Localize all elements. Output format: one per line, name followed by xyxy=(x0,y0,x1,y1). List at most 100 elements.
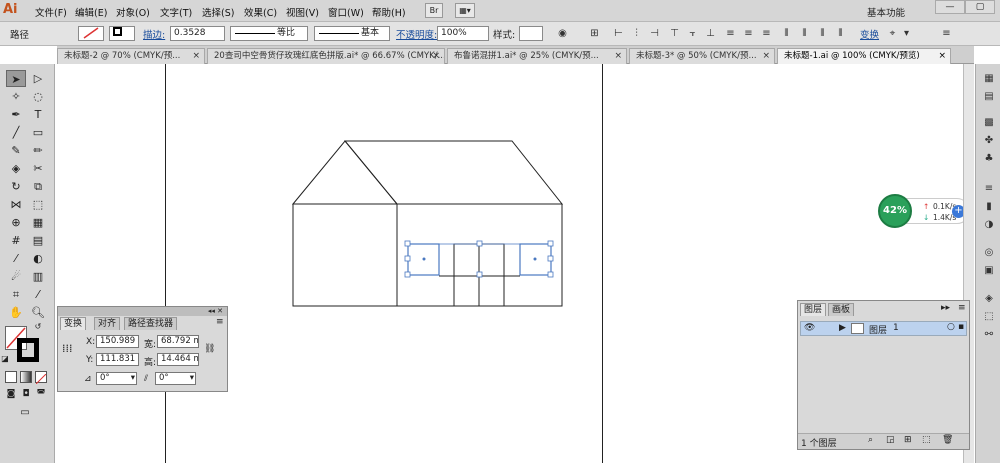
eraser-icon[interactable]: ◈ xyxy=(6,160,26,177)
none-mode-icon[interactable] xyxy=(35,371,47,385)
rectangle-tool-icon[interactable]: ▭ xyxy=(28,124,48,141)
shape-builder-icon[interactable]: ⊕ xyxy=(6,214,26,231)
column-graph-icon[interactable]: ▥ xyxy=(28,268,48,285)
rotate-value: 0° xyxy=(100,373,110,383)
panel-menu-icon[interactable]: ≡ xyxy=(216,317,224,327)
line-tool-icon[interactable]: ╱ xyxy=(6,124,26,141)
draw-normal-icon[interactable]: ◙ xyxy=(5,388,17,400)
tab-artboards[interactable]: 画板 xyxy=(828,303,855,316)
type-tool-icon[interactable]: T xyxy=(28,106,48,123)
draw-behind-icon[interactable]: ◘ xyxy=(20,388,32,400)
slice-tool-icon[interactable]: ⁄ xyxy=(28,286,48,303)
draw-inside-icon[interactable]: ◚ xyxy=(35,388,47,400)
direct-selection-tool-icon[interactable]: ▷ xyxy=(28,70,48,87)
layer-name[interactable]: 图层 xyxy=(869,323,887,336)
speed-percent: 42% xyxy=(878,194,912,228)
symbol-sprayer-icon[interactable]: ☄ xyxy=(6,268,26,285)
graphic-styles-icon[interactable]: ▣ xyxy=(981,264,997,278)
perspective-grid-icon[interactable]: ▦ xyxy=(28,214,48,231)
expand-triangle-icon[interactable]: ▶ xyxy=(839,323,846,333)
artboards-dock-icon[interactable]: ⬚ xyxy=(981,310,997,324)
layers-footer: 1 个图层 ⌕ ◲ ⊞ ⬚ 🗑︎ xyxy=(798,433,969,449)
panel-grip[interactable]: ◂◂ ✕ xyxy=(58,307,227,316)
transform-panel: ◂◂ ✕ 变换 对齐 路径查找器 ≡ ⁞⁞⁞ X: 150.989 宽: 68.… xyxy=(57,306,228,392)
color-mode-icon[interactable] xyxy=(5,371,17,383)
height-label: 高: xyxy=(144,358,157,368)
scale-tool-icon[interactable]: ⧉ xyxy=(28,178,48,195)
clipping-mask-icon[interactable]: ◲ xyxy=(886,435,895,445)
collapse-icon[interactable]: ▸▸ xyxy=(941,303,950,313)
paintbrush-icon[interactable]: ✎ xyxy=(6,142,26,159)
side-roof xyxy=(343,140,564,205)
stroke-color-icon[interactable] xyxy=(17,338,39,362)
x-input[interactable]: 150.989 xyxy=(96,335,139,348)
tab-align[interactable]: 对齐 xyxy=(94,317,121,330)
rotate-input[interactable]: 0° ▾ xyxy=(96,372,137,385)
swap-colors-icon[interactable]: ↺ xyxy=(33,322,43,332)
pencil-icon[interactable]: ✏ xyxy=(28,142,48,159)
dropdown-icon[interactable]: ▾ xyxy=(131,373,135,384)
shear-input[interactable]: 0° ▾ xyxy=(155,372,196,385)
download-arrow-icon: ↓ xyxy=(923,213,930,222)
locate-object-icon[interactable]: ⌕ xyxy=(868,435,873,445)
magic-wand-icon[interactable]: ✧ xyxy=(6,88,26,105)
center-point xyxy=(533,257,537,261)
tools-panel: ➤ ▷ ✧ ◌ ✒ T ╱ ▭ ✎ ✏ ◈ ✂ ↻ ⧉ ⋈ ⬚ ⊕ ▦ # ▤ … xyxy=(0,64,55,463)
panel-menu-icon[interactable]: ≡ xyxy=(958,303,966,313)
target-icon[interactable]: ○ xyxy=(947,322,955,332)
visibility-eye-icon[interactable]: 👁︎ xyxy=(804,323,815,333)
gable-roof xyxy=(291,140,399,205)
width-input[interactable]: 68.792 m xyxy=(157,335,199,348)
right-panel-dock: ▦ ▤ ▩ ✤ ♣ ≡ ▮ ◑ ◎ ▣ ◈ ⬚ ⚯ xyxy=(975,64,1000,463)
gradient-panel-icon[interactable]: ▮ xyxy=(981,200,997,214)
appearance-icon[interactable]: ◎ xyxy=(981,246,997,260)
tab-pathfinder[interactable]: 路径查找器 xyxy=(124,317,178,330)
tab-layers[interactable]: 图层 xyxy=(800,303,827,316)
shear-value: 0° xyxy=(159,373,169,383)
zoom-tool-icon[interactable]: 🔍︎ xyxy=(28,304,48,321)
gradient-mode-icon[interactable] xyxy=(20,371,32,383)
pen-tool-icon[interactable]: ✒ xyxy=(6,106,26,123)
speed-bar: ↑ 0.1K/s ↓ 1.4K/s + xyxy=(904,198,970,224)
stroke-panel-icon[interactable]: ≡ xyxy=(981,182,997,196)
lasso-icon[interactable]: ◌ xyxy=(28,88,48,105)
layer-count: 1 个图层 xyxy=(801,439,837,449)
selected-square-icon[interactable]: ▪ xyxy=(958,322,964,332)
reference-point-icon[interactable]: ⁞⁞⁞ xyxy=(62,341,77,356)
tab-transform[interactable]: 变换 xyxy=(60,317,87,330)
links-icon[interactable]: ⚯ xyxy=(981,328,997,342)
height-input[interactable]: 14.464 m xyxy=(157,353,199,366)
network-speed-widget[interactable]: ↑ 0.1K/s ↓ 1.4K/s + 42% xyxy=(878,194,972,228)
rotate-icon: ⊿ xyxy=(84,374,92,384)
new-sublayer-icon[interactable]: ⊞ xyxy=(904,435,912,445)
color-panel-icon[interactable]: ▦ xyxy=(981,72,997,86)
layers-dock-icon[interactable]: ◈ xyxy=(981,292,997,306)
artboard-tool-icon[interactable]: ⌗ xyxy=(6,286,26,303)
hand-tool-icon[interactable]: ✋ xyxy=(6,304,26,321)
scissors-icon[interactable]: ✂ xyxy=(28,160,48,177)
blend-tool-icon[interactable]: ◐ xyxy=(28,250,48,267)
eyedropper-icon[interactable]: ⁄ xyxy=(6,250,26,267)
gradient-tool-icon[interactable]: ▤ xyxy=(28,232,48,249)
brushes-icon[interactable]: ✤ xyxy=(981,134,997,148)
screen-mode-icon[interactable]: ▭ xyxy=(16,406,34,420)
symbols-icon[interactable]: ♣ xyxy=(981,152,997,166)
y-input[interactable]: 111.831 xyxy=(96,353,139,366)
new-layer-icon[interactable]: ⬚ xyxy=(922,435,931,445)
y-label: Y: xyxy=(86,355,94,365)
default-colors-icon[interactable]: ◪ xyxy=(0,354,10,364)
color-guide-icon[interactable]: ▤ xyxy=(981,90,997,104)
rotate-tool-icon[interactable]: ↻ xyxy=(6,178,26,195)
layer-thumbnail xyxy=(851,323,864,334)
swatches-icon[interactable]: ▩ xyxy=(981,116,997,130)
dropdown-icon[interactable]: ▾ xyxy=(190,373,194,384)
free-transform-icon[interactable]: ⬚ xyxy=(28,196,48,213)
mesh-tool-icon[interactable]: # xyxy=(6,232,26,249)
layer-row[interactable]: 👁︎ ▶ 图层 1 ○ ▪ xyxy=(800,321,967,336)
constrain-proportions-icon[interactable]: ⛓ xyxy=(204,344,215,354)
upload-arrow-icon: ↑ xyxy=(923,202,930,211)
width-tool-icon[interactable]: ⋈ xyxy=(6,196,26,213)
delete-icon[interactable]: 🗑︎ xyxy=(942,435,953,445)
transparency-icon[interactable]: ◑ xyxy=(981,218,997,232)
selection-tool-icon[interactable]: ➤ xyxy=(6,70,26,87)
